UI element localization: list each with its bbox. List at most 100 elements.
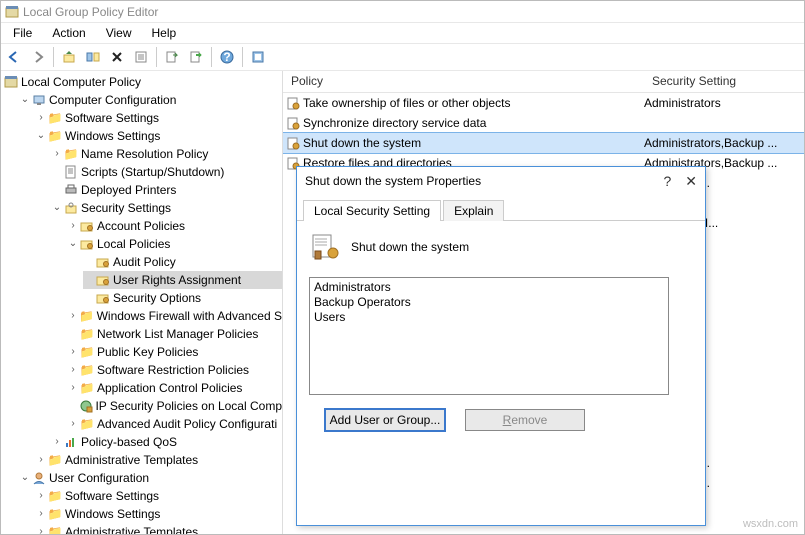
- policy-icon: [309, 231, 341, 263]
- members-list[interactable]: AdministratorsBackup OperatorsUsers: [309, 277, 669, 395]
- window-title: Local Group Policy Editor: [23, 5, 158, 19]
- tree-security-options[interactable]: Security Options: [83, 289, 282, 307]
- help-button[interactable]: ?: [216, 46, 238, 68]
- folder-lock-icon: [95, 290, 111, 306]
- filter-button[interactable]: [185, 46, 207, 68]
- tree-security-settings[interactable]: ⌄Security Settings: [51, 199, 282, 217]
- list-item[interactable]: Administrators: [314, 280, 664, 295]
- svg-text:?: ?: [223, 50, 230, 64]
- expand-icon[interactable]: ›: [35, 451, 47, 469]
- forward-button[interactable]: [27, 46, 49, 68]
- tree-user-windows[interactable]: ›📁Windows Settings: [35, 505, 282, 523]
- tree-root[interactable]: Local Computer Policy: [3, 73, 282, 91]
- tab-local-security[interactable]: Local Security Setting: [303, 200, 441, 221]
- menu-file[interactable]: File: [3, 26, 42, 40]
- tree-user-rights[interactable]: User Rights Assignment: [83, 271, 282, 289]
- folder-icon: 📁: [79, 416, 95, 432]
- list-header: Policy Security Setting: [283, 71, 804, 93]
- collapse-icon[interactable]: ⌄: [51, 199, 63, 217]
- list-item[interactable]: Users: [314, 310, 664, 325]
- collapse-icon[interactable]: ⌄: [35, 127, 47, 145]
- tree-scripts[interactable]: Scripts (Startup/Shutdown): [51, 163, 282, 181]
- policy-item-icon: [283, 96, 303, 110]
- expand-icon[interactable]: ›: [35, 505, 47, 523]
- tree-user-config[interactable]: ⌄User Configuration: [19, 469, 282, 487]
- tree-software-restriction[interactable]: ›📁Software Restriction Policies: [67, 361, 282, 379]
- tree-user-admin-templates[interactable]: ›📁Administrative Templates: [35, 523, 282, 534]
- menu-help[interactable]: Help: [142, 26, 187, 40]
- tree-public-key[interactable]: ›📁Public Key Policies: [67, 343, 282, 361]
- dialog-title: Shut down the system Properties: [305, 174, 481, 188]
- tree-firewall[interactable]: ›📁Windows Firewall with Advanced S: [67, 307, 282, 325]
- expand-icon[interactable]: ›: [67, 415, 79, 433]
- list-item[interactable]: Backup Operators: [314, 295, 664, 310]
- remove-button[interactable]: Remove: [465, 409, 585, 431]
- content-area: Local Computer Policy ⌄ Computer Configu…: [1, 71, 804, 534]
- user-icon: [31, 470, 47, 486]
- policy-icon: [3, 74, 19, 90]
- properties-dialog: Shut down the system Properties ? ✕ Loca…: [296, 166, 706, 526]
- tree-admin-templates[interactable]: ›📁Administrative Templates: [35, 451, 282, 469]
- add-user-button[interactable]: Add User or Group...: [325, 409, 445, 431]
- folder-icon: 📁: [47, 524, 63, 534]
- expand-icon[interactable]: ›: [51, 145, 63, 163]
- show-hide-button[interactable]: [82, 46, 104, 68]
- folder-icon: 📁: [79, 344, 95, 360]
- tree-windows-settings[interactable]: ⌄📁Windows Settings: [35, 127, 282, 145]
- expand-icon[interactable]: ›: [67, 343, 79, 361]
- tree-advanced-audit[interactable]: ›📁Advanced Audit Policy Configurati: [67, 415, 282, 433]
- tree-ip-security[interactable]: IP Security Policies on Local Comp: [67, 397, 282, 415]
- collapse-icon[interactable]: ⌄: [19, 469, 31, 487]
- tree-deployed-printers[interactable]: Deployed Printers: [51, 181, 282, 199]
- expand-icon[interactable]: ›: [67, 361, 79, 379]
- dialog-help-button[interactable]: ?: [663, 173, 671, 190]
- policy-name: Synchronize directory service data: [303, 116, 644, 130]
- back-button[interactable]: [3, 46, 25, 68]
- table-row[interactable]: Take ownership of files or other objects…: [283, 93, 804, 113]
- folder-icon: 📁: [47, 488, 63, 504]
- tree-audit-policy[interactable]: Audit Policy: [83, 253, 282, 271]
- policy-name: Take ownership of files or other objects: [303, 96, 644, 110]
- folder-icon: 📁: [63, 146, 79, 162]
- settings-button[interactable]: [247, 46, 269, 68]
- expand-icon[interactable]: ›: [67, 307, 79, 325]
- up-button[interactable]: [58, 46, 80, 68]
- tree-qos[interactable]: ›Policy-based QoS: [51, 433, 282, 451]
- tree-account-policies[interactable]: ›Account Policies: [67, 217, 282, 235]
- expand-icon[interactable]: ›: [67, 379, 79, 397]
- table-row[interactable]: Synchronize directory service data: [283, 113, 804, 133]
- export-button[interactable]: [161, 46, 183, 68]
- folder-icon: 📁: [79, 326, 95, 342]
- tab-explain[interactable]: Explain: [443, 200, 504, 221]
- folder-lock-icon: [79, 218, 95, 234]
- tree-app-control[interactable]: ›📁Application Control Policies: [67, 379, 282, 397]
- nav-tree[interactable]: Local Computer Policy ⌄ Computer Configu…: [1, 71, 283, 534]
- folder-icon: 📁: [79, 380, 95, 396]
- collapse-icon[interactable]: ⌄: [67, 235, 79, 253]
- expand-icon[interactable]: ›: [35, 523, 47, 534]
- tree-software-settings[interactable]: ›📁Software Settings: [35, 109, 282, 127]
- table-row[interactable]: Shut down the systemAdministrators,Backu…: [283, 133, 804, 153]
- properties-button[interactable]: [130, 46, 152, 68]
- expand-icon[interactable]: ›: [35, 487, 47, 505]
- tree-local-policies[interactable]: ⌄Local Policies: [67, 235, 282, 253]
- delete-button[interactable]: [106, 46, 128, 68]
- menu-action[interactable]: Action: [42, 26, 95, 40]
- tree-network-list[interactable]: 📁Network List Manager Policies: [67, 325, 282, 343]
- folder-icon: 📁: [79, 362, 95, 378]
- col-setting[interactable]: Security Setting: [644, 71, 804, 92]
- watermark: wsxdn.com: [743, 518, 798, 530]
- expand-icon[interactable]: ›: [51, 433, 63, 451]
- tree-name-resolution[interactable]: ›📁Name Resolution Policy: [51, 145, 282, 163]
- tree-computer-config[interactable]: ⌄ Computer Configuration: [19, 91, 282, 109]
- collapse-icon[interactable]: ⌄: [19, 91, 31, 109]
- policy-name: Shut down the system: [303, 136, 644, 150]
- dialog-close-button[interactable]: ✕: [685, 173, 697, 190]
- col-policy[interactable]: Policy: [283, 71, 644, 92]
- menubar: File Action View Help: [1, 23, 804, 43]
- menu-view[interactable]: View: [96, 26, 142, 40]
- policy-setting: Administrators,Backup ...: [644, 136, 804, 150]
- expand-icon[interactable]: ›: [35, 109, 47, 127]
- tree-user-software[interactable]: ›📁Software Settings: [35, 487, 282, 505]
- expand-icon[interactable]: ›: [67, 217, 79, 235]
